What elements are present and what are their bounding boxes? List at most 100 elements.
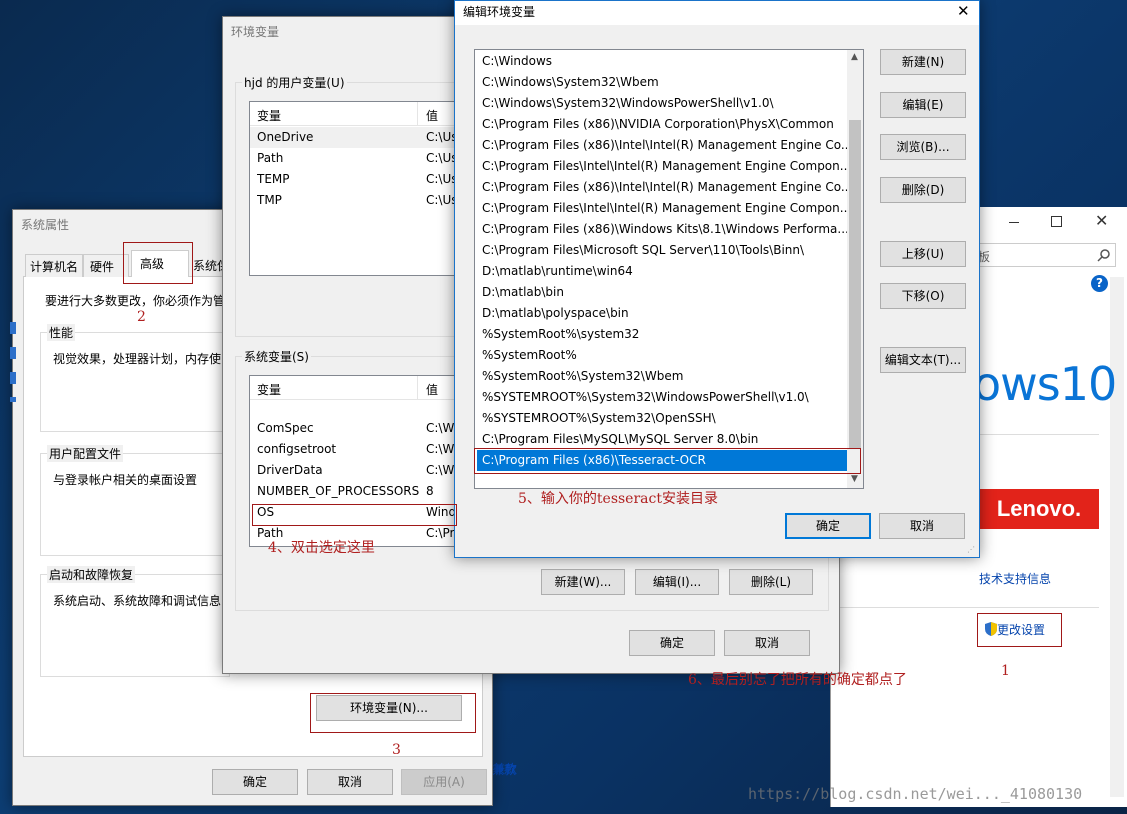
edit-text-button[interactable]: 编辑文本(T)... [880,347,966,373]
user-profile-text: 与登录帐户相关的桌面设置 [53,473,198,487]
annotation-3: 3 [392,742,401,758]
system-variables-header: 变量 值 [250,376,468,400]
user-variables-header: 变量 值 [250,102,468,126]
path-entry[interactable]: C:\Program Files (x86)\Intel\Intel(R) Ma… [477,177,847,198]
system-variable-row[interactable]: DriverData C:\W [250,460,468,481]
annotation-5: 5、输入你的tesseract安装目录 [518,491,718,507]
system-properties-apply-button[interactable]: 应用(A) [401,769,487,795]
scrollbar-track[interactable] [1110,277,1124,797]
user-variable-row[interactable]: TEMP C:\Us [250,169,468,190]
environment-variables-cancel-button[interactable]: 取消 [724,630,810,656]
path-move-up-button[interactable]: 上移(U) [880,241,966,267]
annotation-box-advanced-tab [123,242,193,284]
system-variable-row[interactable]: configsetroot C:\W [250,439,468,460]
path-new-button[interactable]: 新建(N) [880,49,966,75]
path-entry[interactable]: C:\Program Files (x86)\Intel\Intel(R) Ma… [477,135,847,156]
scroll-down-icon[interactable]: ▼ [851,474,858,484]
maximize-icon[interactable] [1051,216,1062,227]
column-header-value[interactable]: 值 [426,381,438,398]
shield-icon [10,322,16,402]
path-entry[interactable]: C:\Program Files\Intel\Intel(R) Manageme… [477,156,847,177]
variable-name: OneDrive [257,130,314,144]
divider [831,607,1099,608]
path-move-down-button[interactable]: 下移(O) [880,283,966,309]
system-variable-row[interactable]: NUMBER_OF_PROCESSORS 8 [250,481,468,502]
path-entry[interactable]: D:\matlab\polyspace\bin [477,303,847,324]
system-variable-row[interactable]: ComSpec C:\W [250,418,468,439]
variable-name: Path [257,151,284,165]
scroll-thumb[interactable] [849,120,861,448]
system-properties-cancel-button[interactable]: 取消 [307,769,393,795]
path-entry[interactable]: C:\Program Files\Microsoft SQL Server\11… [477,240,847,261]
system-variables-group-label: 系统变量(S) [242,348,311,365]
lenovo-logo: Lenovo. [979,489,1099,529]
annotation-1: 1 [1001,663,1010,679]
annotation-box-tesseract-row [474,448,861,474]
annotation-box-env-button [310,693,476,733]
minimize-icon[interactable] [1007,215,1021,229]
edit-environment-variable-title: 编辑环境变量 [455,1,979,25]
column-header-variable[interactable]: 变量 [257,107,281,124]
help-icon[interactable]: ? [1091,275,1108,292]
startup-recovery-text: 系统启动、系统故障和调试信息 [53,594,222,608]
user-variable-row[interactable]: TMP C:\Us [250,190,468,211]
user-variables-group-label: hjd 的用户变量(U) [242,74,347,91]
path-entry[interactable]: C:\Program Files (x86)\Windows Kits\8.1\… [477,219,847,240]
close-icon[interactable]: ✕ [1095,211,1108,230]
windows10-logo: ows10 [973,357,1117,411]
support-info-link[interactable]: 技术支持信息 [979,570,1051,587]
scroll-up-icon[interactable]: ▲ [851,52,858,62]
variable-name: NUMBER_OF_PROCESSORS [257,484,420,498]
path-entry[interactable]: %SystemRoot% [477,345,847,366]
intro-text: 要进行大多数更改，你必须作为管 [45,294,226,308]
close-icon[interactable]: ✕ [957,2,970,20]
path-delete-button[interactable]: 删除(D) [880,177,966,203]
search-icon[interactable] [1097,248,1111,262]
system-properties-ok-button[interactable]: 确定 [212,769,298,795]
path-entry[interactable]: D:\matlab\bin [477,282,847,303]
system-variable-edit-button[interactable]: 编辑(I)... [635,569,719,595]
path-browse-button[interactable]: 浏览(B)... [880,134,966,160]
user-variables-list[interactable]: 变量 值 OneDrive C:\Us Path C:\Us TEMP C:\Us TMP C… [249,101,469,276]
variable-name: ComSpec [257,421,314,435]
path-list[interactable]: C:\Windows C:\Windows\System32\Wbem C:\Win… [474,49,864,489]
edit-environment-variable-window: 编辑环境变量 ✕ C:\Windows C:\Windows\System32\W… [454,0,980,558]
bottom-link-text[interactable]: 兼款 [492,761,516,778]
path-entry[interactable]: D:\matlab\runtime\win64 [477,261,847,282]
tab-computer-name[interactable]: 计算机名 [25,254,83,277]
path-entry[interactable]: %SYSTEMROOT%\System32\OpenSSH\ [477,408,847,429]
path-edit-button[interactable]: 编辑(E) [880,92,966,118]
performance-group-label: 性能 [47,324,76,341]
performance-text: 视觉效果，处理器计划，内存使 [53,352,222,366]
edit-env-ok-button[interactable]: 确定 [785,513,871,539]
edit-env-cancel-button[interactable]: 取消 [879,513,965,539]
annotation-4: 4、双击选定这里 [268,540,375,556]
path-entry[interactable]: C:\Program Files\Intel\Intel(R) Manageme… [477,198,847,219]
variable-name: TEMP [257,172,290,186]
path-entry[interactable]: C:\Windows [477,51,847,72]
path-entry[interactable]: %SYSTEMROOT%\System32\WindowsPowerShell\… [477,387,847,408]
path-list-scrollbar[interactable]: ▲ ▼ [847,50,863,488]
variable-name: configsetroot [257,442,337,456]
system-variable-new-button[interactable]: 新建(W)... [541,569,625,595]
path-entry[interactable]: C:\Windows\System32\WindowsPowerShell\v1… [477,93,847,114]
annotation-box-path-row [252,504,457,526]
path-entry[interactable]: C:\Windows\System32\Wbem [477,72,847,93]
path-entry[interactable]: C:\Program Files (x86)\NVIDIA Corporatio… [477,114,847,135]
column-header-value[interactable]: 值 [426,107,438,124]
variable-name: DriverData [257,463,323,477]
resize-grip-icon[interactable]: ⋰ [967,545,975,554]
startup-recovery-group-label: 启动和故障恢复 [47,566,136,583]
path-entry[interactable]: %SystemRoot%\System32\Wbem [477,366,847,387]
system-variable-delete-button[interactable]: 删除(L) [729,569,813,595]
user-variable-row[interactable]: OneDrive C:\Us [250,127,468,148]
search-box[interactable]: 板 [971,243,1116,267]
performance-group: 性能 视觉效果，处理器计划，内存使 [40,324,230,432]
column-header-variable[interactable]: 变量 [257,381,281,398]
path-entry[interactable]: C:\Program Files\MySQL\MySQL Server 8.0\… [477,429,847,450]
environment-variables-ok-button[interactable]: 确定 [629,630,715,656]
user-variable-row[interactable]: Path C:\Us [250,148,468,169]
annotation-2: 2 [137,309,146,325]
path-entry[interactable]: %SystemRoot%\system32 [477,324,847,345]
user-profile-group: 用户配置文件 与登录帐户相关的桌面设置 [40,445,230,556]
